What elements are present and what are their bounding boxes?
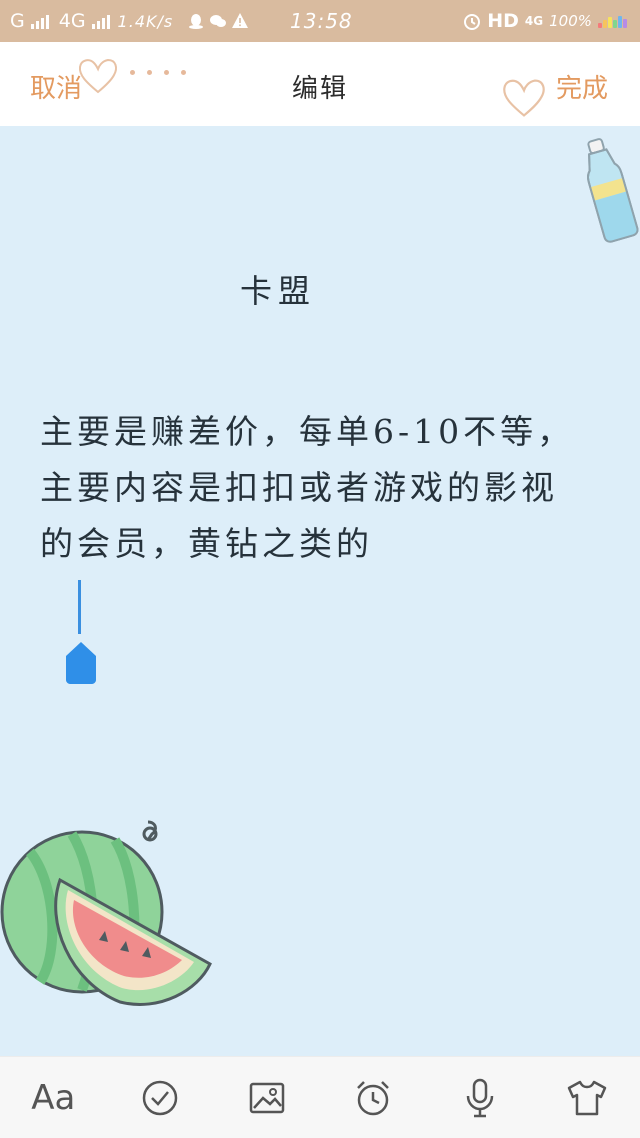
- signal-icon: [30, 13, 49, 29]
- status-bar: G 4G 1.4K/s 13:58 HD 4G 100%: [0, 0, 640, 42]
- battery-icon: [598, 15, 628, 28]
- hd-label: HD: [487, 10, 519, 32]
- carrier-label: G: [10, 10, 25, 32]
- watermelon-decoration-icon: [0, 820, 212, 1006]
- network-right-label: 4G: [524, 14, 544, 28]
- heart-decoration-icon: [503, 79, 545, 117]
- status-left: G 4G 1.4K/s: [10, 0, 249, 42]
- alarm-status-icon: [464, 14, 481, 30]
- network-speed: 1.4K/s: [117, 11, 174, 31]
- status-right: HD 4G 100%: [463, 0, 628, 42]
- qq-icon: [189, 14, 204, 29]
- text-cursor: [78, 580, 81, 634]
- font-icon: Aa: [31, 1077, 76, 1118]
- battery-label: 100%: [549, 12, 592, 30]
- network-label: 4G: [58, 10, 86, 32]
- checklist-button[interactable]: [132, 1070, 188, 1126]
- microphone-icon: [466, 1078, 494, 1117]
- image-icon: [249, 1082, 284, 1113]
- bottom-toolbar: Aa: [0, 1056, 640, 1138]
- warning-icon: [232, 13, 249, 28]
- theme-button[interactable]: [559, 1070, 615, 1126]
- wechat-icon: [210, 15, 227, 27]
- note-title[interactable]: 卡盟: [240, 266, 316, 312]
- font-style-button[interactable]: Aa: [25, 1070, 81, 1126]
- theme-shirt-icon: [567, 1080, 606, 1115]
- editor-header: 取消 编辑 完成: [0, 42, 640, 126]
- signal-icon-2: [91, 13, 110, 29]
- cursor-handle[interactable]: [64, 640, 98, 684]
- bottle-decoration-icon: [587, 138, 639, 243]
- reminder-button[interactable]: [345, 1070, 401, 1126]
- alarm-icon: [357, 1080, 390, 1115]
- checklist-icon: [142, 1080, 178, 1115]
- voice-input-button[interactable]: [452, 1070, 508, 1126]
- note-body-editor[interactable]: 主要是赚差价，每单6-10不等，主要内容是扣扣或者游戏的影视的会员，黄钻之类的: [40, 404, 580, 572]
- insert-image-button[interactable]: [239, 1070, 295, 1126]
- done-button[interactable]: 完成: [556, 68, 608, 105]
- status-time: 13:58: [290, 9, 353, 33]
